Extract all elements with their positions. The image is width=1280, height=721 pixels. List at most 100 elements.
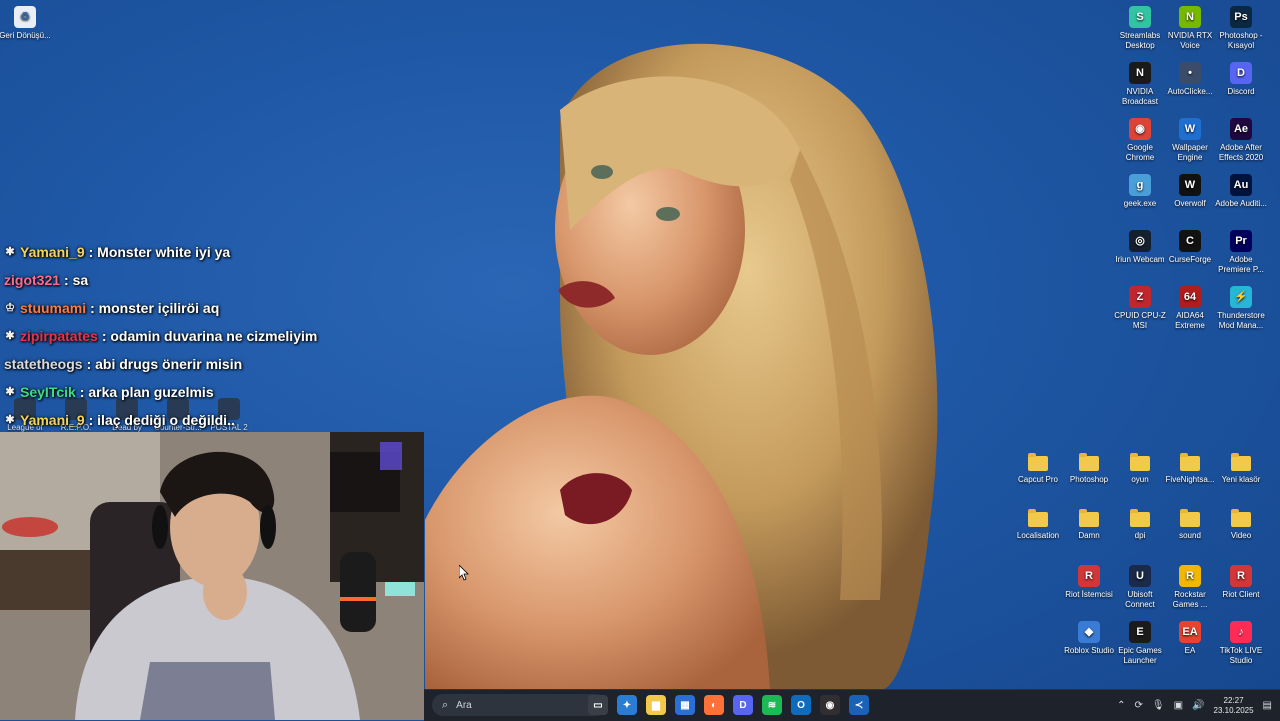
desktop-icon-premiere[interactable]: Pr Adobe Premiere P...	[1213, 230, 1269, 275]
desktop-icon-wallpaper-engine[interactable]: W Wallpaper Engine	[1162, 118, 1218, 163]
desktop-icon-thunderstore[interactable]: ⚡ Thunderstore Mod Mana...	[1213, 286, 1269, 331]
desktop-folder[interactable]: Damn	[1061, 508, 1117, 541]
star-badge-icon: ✱	[5, 330, 15, 342]
folder-icon	[1079, 453, 1099, 471]
desktop-folder[interactable]: Capcut Pro	[1010, 452, 1066, 485]
taskbar-app-vscode-like[interactable]: ≺	[849, 695, 869, 715]
desktop-icon-mouse[interactable]: • AutoClicke...	[1162, 62, 1218, 97]
taskbar-app-firefox[interactable]: ◐	[704, 695, 724, 715]
desktop-folder-label: Video	[1230, 531, 1252, 540]
chat-message: ✱ Yamani_9: ilaç dediği o değildi..	[4, 406, 424, 434]
desktop-icon-label: Overwolf	[1174, 199, 1206, 208]
volume-icon[interactable]: 🔊	[1192, 700, 1204, 711]
desktop-icon-after-effects[interactable]: Ae Adobe After Effects 2020	[1213, 118, 1269, 163]
microphone-icon[interactable]: 🎙	[1152, 700, 1165, 711]
desktop-folder-label: dpi	[1134, 531, 1146, 540]
ubisoft-icon: U	[1129, 565, 1151, 587]
desktop-icon-geek[interactable]: g geek.exe	[1112, 174, 1168, 209]
taskbar-app-discord[interactable]: D	[733, 695, 753, 715]
chat-username: zipirpatates	[20, 328, 98, 344]
desktop-icon-label: Discord	[1227, 87, 1255, 96]
search-icon: ⌕	[442, 698, 449, 711]
desktop-icon-curseforge[interactable]: C CurseForge	[1162, 230, 1218, 265]
notification-icon[interactable]: ▤	[1263, 700, 1272, 711]
desktop-icon-streamlabs[interactable]: S Streamlabs Desktop	[1112, 6, 1168, 51]
clock[interactable]: 22:27 23.10.2025	[1214, 696, 1254, 716]
crown-badge-icon: ♔	[5, 302, 15, 314]
desktop-icon-label: geek.exe	[1123, 199, 1157, 208]
desktop-icon-rockstar[interactable]: R Rockstar Games ...	[1162, 565, 1218, 610]
desktop-folder[interactable]: FiveNightsa...	[1162, 452, 1218, 485]
desktop-icon-webcam[interactable]: ◎ Iriun Webcam	[1112, 230, 1168, 265]
wallpaper-engine-icon: W	[1179, 118, 1201, 140]
taskbar-app-copilot[interactable]: ✦	[617, 695, 637, 715]
desktop-icon-overwolf[interactable]: W Overwolf	[1162, 174, 1218, 209]
desktop-icon-label: Photoshop - Kısayol	[1219, 31, 1263, 50]
riot-client-icon: R	[1230, 565, 1252, 587]
desktop-icon-label: NVIDIA RTX Voice	[1167, 31, 1213, 50]
desktop-icon-recycle-bin[interactable]: ♻ Geri Dönüşü...	[0, 6, 53, 41]
desktop-folder-label: oyun	[1131, 475, 1149, 484]
desktop-folder-label: Damn	[1078, 531, 1100, 540]
folder-icon	[1180, 453, 1200, 471]
desktop-icon-ea[interactable]: EA EA	[1162, 621, 1218, 656]
taskbar-app-task-view[interactable]: ▭	[588, 695, 608, 715]
desktop-icon-tiktok[interactable]: ♪ TikTok LIVE Studio	[1213, 621, 1269, 666]
desktop-icon-chrome[interactable]: ◉ Google Chrome	[1112, 118, 1168, 163]
desktop-folder[interactable]: Photoshop	[1061, 452, 1117, 485]
star-badge-icon: ✱	[5, 414, 15, 426]
desktop-icon-discord[interactable]: D Discord	[1213, 62, 1269, 97]
desktop-icon-aida64[interactable]: 64 AIDA64 Extreme	[1162, 286, 1218, 331]
desktop-icon-label: Wallpaper Engine	[1172, 143, 1208, 162]
desktop-icon-cpuz[interactable]: Z CPUID CPU-Z MSI	[1112, 286, 1168, 331]
taskbar-app-file-explorer[interactable]: ▆	[646, 695, 666, 715]
desktop-icon-nvidia[interactable]: N NVIDIA RTX Voice	[1162, 6, 1218, 51]
riot-icon: R	[1078, 565, 1100, 587]
desktop-icon-roblox[interactable]: ◆ Roblox Studio	[1061, 621, 1117, 656]
chat-text: : arka plan guzelmis	[79, 384, 214, 400]
chevron-up-icon[interactable]: ⌃	[1117, 700, 1125, 711]
desktop-folder-label: Localisation	[1016, 531, 1060, 540]
desktop-icon-audition[interactable]: Au Adobe Auditi...	[1213, 174, 1269, 209]
desktop-folder[interactable]: Yeni klasör	[1213, 452, 1269, 485]
epic-icon: E	[1129, 621, 1151, 643]
desktop-folder[interactable]: Video	[1213, 508, 1269, 541]
desktop-icon-nvidia-broadcast[interactable]: N NVIDIA Broadcast	[1112, 62, 1168, 107]
taskbar-app-outlook[interactable]: O	[791, 695, 811, 715]
desktop-icon-photoshop[interactable]: Ps Photoshop - Kısayol	[1213, 6, 1269, 51]
folder-icon	[1231, 453, 1251, 471]
chat-username: zigot321	[4, 272, 61, 288]
desktop-icon-riot-client[interactable]: R Riot Client	[1213, 565, 1269, 600]
desktop-icon-ubisoft[interactable]: U Ubisoft Connect	[1112, 565, 1168, 610]
desktop-icon-label: Google Chrome	[1125, 143, 1155, 162]
chat-message: ✱ Yamani_9: Monster white iyi ya	[4, 238, 424, 266]
desktop-icon-label: Streamlabs Desktop	[1119, 31, 1161, 50]
chat-text: : Monster white iyi ya	[88, 244, 231, 260]
sync-icon[interactable]: ⟳	[1135, 700, 1143, 711]
aida64-icon: 64	[1179, 286, 1201, 308]
taskbar-app-store[interactable]: ▦	[675, 695, 695, 715]
desktop-icon-label: Roblox Studio	[1064, 646, 1114, 655]
desktop-folder[interactable]: dpi	[1112, 508, 1168, 541]
network-icon[interactable]: ▣	[1174, 700, 1183, 711]
desktop-icon-label: Riot Client	[1222, 590, 1260, 599]
chat-username: stuumami	[20, 300, 87, 316]
taskbar-app-spotify[interactable]: ≋	[762, 695, 782, 715]
desktop-icon-label: Ubisoft Connect	[1125, 590, 1155, 609]
desktop-folder[interactable]: sound	[1162, 508, 1218, 541]
desktop-folder[interactable]: oyun	[1112, 452, 1168, 485]
star-badge-icon: ✱	[5, 386, 15, 398]
after-effects-icon: Ae	[1230, 118, 1252, 140]
desktop-icon-riot[interactable]: R Riot İstemcisi	[1061, 565, 1117, 600]
desktop-icon-label: Rockstar Games ...	[1172, 590, 1208, 609]
folder-icon	[1028, 453, 1048, 471]
chat-username: SeyITcik	[20, 384, 76, 400]
desktop-icon-label: Adobe Auditi...	[1215, 199, 1267, 208]
cpuz-icon: Z	[1129, 286, 1151, 308]
desktop-icon-epic[interactable]: E Epic Games Launcher	[1112, 621, 1168, 666]
taskbar-search[interactable]: ⌕ Ara	[432, 694, 607, 716]
chat-username: Yamani_9	[20, 412, 85, 428]
curseforge-icon: C	[1179, 230, 1201, 252]
desktop-folder[interactable]: Localisation	[1010, 508, 1066, 541]
taskbar-app-obs[interactable]: ◉	[820, 695, 840, 715]
